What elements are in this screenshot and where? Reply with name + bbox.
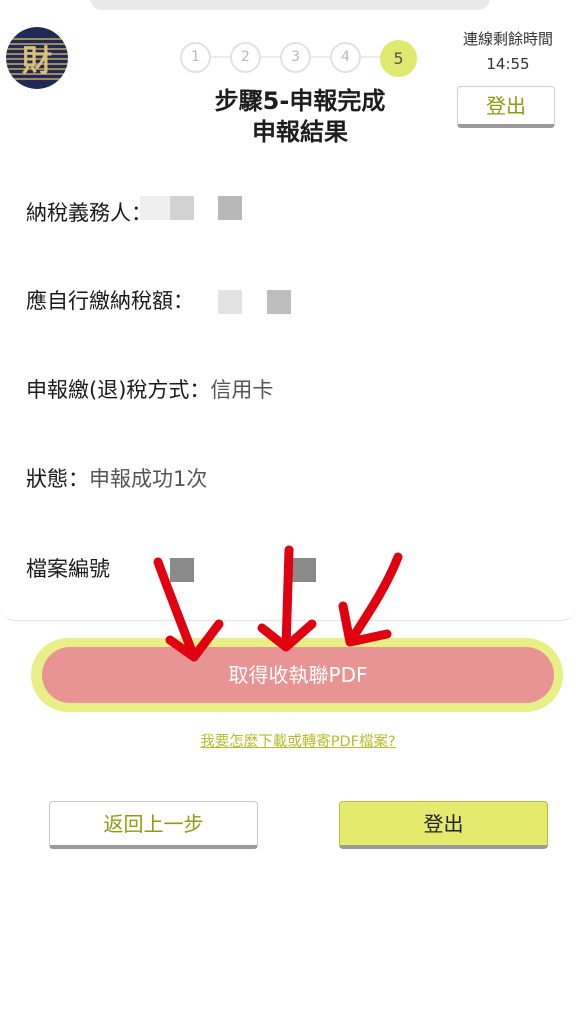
- redacted-taxpayer-block: [170, 196, 194, 220]
- logo-icon: 財: [6, 27, 68, 89]
- file-number-row: 檔案編號: [26, 554, 110, 584]
- redacted-file-number-block: [170, 558, 194, 582]
- taxpayer-label: 納稅義務人：: [26, 201, 152, 225]
- taxpayer-row: 納稅義務人：: [26, 198, 152, 228]
- pdf-help-link[interactable]: 我要怎麼下載或轉寄PDF檔案?: [0, 731, 576, 753]
- step-3: 3: [280, 42, 311, 73]
- page-title-line2: 申報結果: [252, 118, 348, 146]
- get-receipt-pdf-button[interactable]: 取得收執聯PDF: [42, 647, 554, 703]
- step-1: 1: [180, 42, 211, 73]
- redacted-amount-block: [267, 290, 291, 314]
- top-bar-fragment: [90, 0, 490, 10]
- timer-label: 連線剩餘時間: [462, 30, 553, 48]
- timer-value: 14:55: [486, 55, 530, 73]
- redacted-file-number-block: [292, 558, 316, 582]
- payment-method-value: 信用卡: [210, 378, 274, 402]
- session-timer: 連線剩餘時間 14:55: [450, 27, 566, 77]
- page-title: 步驟5-申報完成 申報結果: [140, 86, 460, 148]
- status-value: 申報成功1次: [89, 467, 208, 491]
- result-card: 納稅義務人： 應自行繳納稅額： 申報繳(退)稅方式：信用卡 狀態：申報成功1次 …: [0, 150, 576, 621]
- logout-button-bottom[interactable]: 登出: [339, 801, 548, 849]
- tax-due-label: 應自行繳納稅額：: [26, 289, 194, 313]
- logout-button-top[interactable]: 登出: [457, 86, 555, 128]
- svg-text:財: 財: [22, 44, 52, 79]
- tax-due-row: 應自行繳納稅額：: [26, 286, 194, 316]
- redacted-amount-block: [218, 290, 242, 314]
- payment-method-row: 申報繳(退)稅方式：信用卡: [26, 375, 273, 405]
- redacted-taxpayer-block: [218, 196, 242, 220]
- step-5-active: 5: [380, 40, 417, 77]
- step-indicator: 1 2 3 4 5: [180, 40, 420, 77]
- step-2: 2: [230, 42, 261, 73]
- status-row: 狀態：申報成功1次: [26, 464, 207, 494]
- back-button[interactable]: 返回上一步: [49, 801, 258, 849]
- status-label: 狀態：: [26, 467, 89, 491]
- step-4: 4: [330, 42, 361, 73]
- redacted-taxpayer-block: [140, 196, 170, 220]
- file-number-label: 檔案編號: [26, 557, 110, 581]
- page-title-line1: 步驟5-申報完成: [214, 87, 386, 115]
- payment-method-label: 申報繳(退)稅方式：: [26, 378, 211, 402]
